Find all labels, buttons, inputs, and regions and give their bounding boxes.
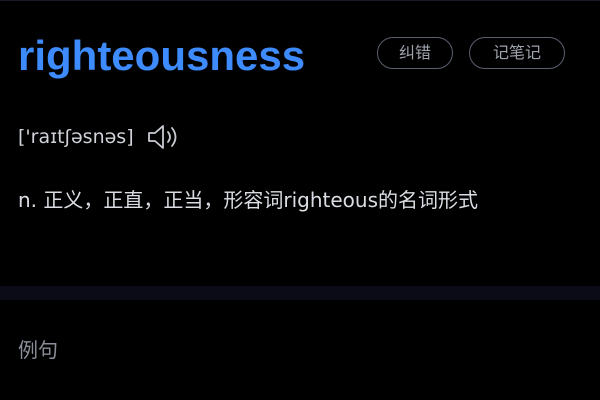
dictionary-card: righteousness 纠错 记笔记 ['raɪtʃəsnəs] n. 正义… [0, 0, 600, 400]
definition-text: n. 正义，正直，正当，形容词righteous的名词形式 [18, 188, 479, 212]
top-border [0, 0, 600, 1]
speaker-icon[interactable] [146, 122, 184, 152]
phonetic-row: ['raɪtʃəsnəs] [18, 118, 184, 156]
word-header: righteousness 纠错 记笔记 [18, 26, 570, 86]
examples-section-title[interactable]: 例句 [18, 332, 58, 368]
correct-error-button[interactable]: 纠错 [377, 37, 453, 69]
take-note-button[interactable]: 记笔记 [469, 37, 565, 69]
section-divider [0, 286, 600, 300]
phonetic-transcription: ['raɪtʃəsnəs] [18, 126, 134, 148]
headword: righteousness [18, 32, 306, 79]
